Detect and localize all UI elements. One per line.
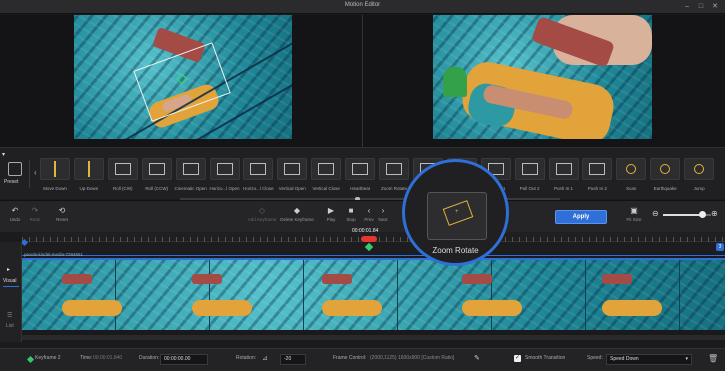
preset-thumbnail-icon <box>684 158 715 180</box>
zoom-slider-thumb[interactable] <box>699 211 706 218</box>
maximize-icon[interactable]: □ <box>696 2 706 12</box>
preset-label: Preset <box>4 179 19 185</box>
smooth-transition-checkbox[interactable]: ✓ <box>514 355 521 362</box>
preset-thumbnail-icon <box>209 158 240 180</box>
delete-keyframe-button[interactable]: ◆ Delete Keyframe <box>280 205 314 231</box>
zoom-out-icon[interactable]: ⊖ <box>652 209 659 218</box>
time-value: 00:00:01.840 <box>93 355 123 361</box>
keyframe-track[interactable] <box>22 242 725 256</box>
chevron-down-icon: ▾ <box>685 356 688 362</box>
preset-icon[interactable] <box>8 162 22 176</box>
preset-thumbnail-icon <box>650 158 681 180</box>
current-time: 00:00:01.84 <box>352 228 379 234</box>
preset-item[interactable]: Up-Down <box>72 148 106 200</box>
timeline-scrollbar[interactable] <box>22 335 725 340</box>
duration-label: Duration: <box>139 355 160 361</box>
preset-item[interactable]: Push In 1 <box>547 148 581 200</box>
preset-thumbnail-icon <box>141 158 172 180</box>
preset-label: Jump <box>693 186 705 191</box>
zoom-rotate-label: Zoom Rotate <box>432 246 479 255</box>
visual-tab[interactable]: Visual <box>3 278 17 284</box>
duration-field[interactable]: 00:00:00.00 <box>160 354 208 365</box>
track-number-badge: 3 <box>716 243 724 251</box>
preset-thumbnail-icon <box>379 158 409 180</box>
frame-control-icon[interactable]: ✎ <box>474 354 480 362</box>
next-icon: › <box>381 206 385 215</box>
preset-item[interactable]: Earthquake <box>648 148 682 200</box>
green-float <box>443 67 467 97</box>
visual-tab-icon[interactable]: ▸ <box>7 266 10 273</box>
preset-thumbnail-icon <box>548 158 579 180</box>
close-icon[interactable]: ✕ <box>710 2 720 12</box>
preset-item[interactable]: Push In 2 <box>580 148 614 200</box>
title-bar: Motion Editor – □ ✕ <box>0 0 725 14</box>
redo-button[interactable]: ↷ Redo <box>20 205 50 231</box>
frame-control-value: (2000,1125) 1600x900 [Custom Ratio] <box>370 355 455 361</box>
preset-thumbnail-icon <box>514 158 545 180</box>
speed-value: Speed Down <box>610 356 639 362</box>
preset-item[interactable]: Heartbeat <box>343 148 377 200</box>
preset-thumbnail-icon <box>243 158 274 180</box>
preset-bar: ▾ Preset ‹ › Move DownUp-DownRoll (CW)Ro… <box>0 147 725 199</box>
keyframe-icon <box>26 355 35 364</box>
output-preview <box>433 15 652 139</box>
preset-item[interactable]: Horizo...l Open <box>208 148 242 200</box>
reset-icon: ⟲ <box>58 206 66 215</box>
preset-item[interactable]: Move Down <box>38 148 72 200</box>
keyframe-label: Keyframe 2 <box>35 355 61 361</box>
preset-thumbnail-icon <box>616 158 647 180</box>
preset-item[interactable]: Vertical Close <box>309 148 343 200</box>
window-title: Motion Editor <box>344 2 381 8</box>
preset-item[interactable]: Cinematic Open <box>174 148 208 200</box>
preset-thumbnail-icon <box>40 158 70 180</box>
speed-select[interactable]: Speed Down ▾ <box>606 354 692 365</box>
speed-label: Speed: <box>587 355 603 361</box>
minimize-icon[interactable]: – <box>682 2 692 12</box>
fit-size-button[interactable]: ▣ Fit Size <box>619 205 649 231</box>
list-tab-icon[interactable]: ☰ <box>7 312 12 319</box>
zoom-rotate-magnifier: + Zoom Rotate <box>402 159 509 266</box>
preset-item[interactable]: Vertical Open <box>275 148 309 200</box>
preset-item[interactable]: Scan <box>614 148 648 200</box>
preset-item[interactable]: Roll (CCW) <box>140 148 174 200</box>
preset-item[interactable]: Jump <box>682 148 716 200</box>
view-tabs: ▸ Visual ☰ List <box>0 242 22 342</box>
delete-icon[interactable]: 🗑 <box>708 354 718 363</box>
rotation-icon: ⊿ <box>262 355 268 362</box>
keyframe-properties: Keyframe 2 Time: 00:00:01.840 Duration: … <box>0 348 725 371</box>
source-preview <box>74 15 292 139</box>
preset-item[interactable]: Roll (CW) <box>106 148 140 200</box>
video-clip[interactable]: pexels-kindel-media-7294661 <box>22 252 725 330</box>
reset-button[interactable]: ⟲ Reset <box>47 205 77 231</box>
scroll-left-icon[interactable]: ‹ <box>34 168 37 177</box>
clip-name: pexels-kindel-media-7294661 <box>24 252 84 257</box>
rotation-label: Rotation: <box>236 355 257 361</box>
redo-icon: ↷ <box>31 206 39 215</box>
smooth-transition-label: Smooth Transition <box>525 355 566 361</box>
preset-thumbnail-icon <box>345 158 376 180</box>
zoom-slider-fill <box>663 214 701 216</box>
frame-control-label: Frame Control: <box>333 355 367 361</box>
apply-button[interactable]: Apply <box>555 210 607 224</box>
zoom-in-icon[interactable]: ⊕ <box>711 209 718 218</box>
preset-item[interactable]: Pull Out 2 <box>513 148 547 200</box>
rotation-field[interactable]: -20 <box>280 354 306 365</box>
delete-keyframe-icon: ◆ <box>293 206 301 215</box>
preset-thumbnail-icon <box>73 158 104 180</box>
preview-divider <box>362 15 363 147</box>
preset-thumbnail-icon <box>107 158 138 180</box>
list-tab[interactable]: List <box>6 323 14 329</box>
preset-item[interactable]: Horizo...l Close <box>241 148 275 200</box>
collapse-icon[interactable]: ▾ <box>2 151 5 158</box>
preset-thumbnail-icon <box>582 158 613 180</box>
fit-size-icon: ▣ <box>630 206 638 215</box>
add-keyframe-icon: ◇ <box>258 206 266 215</box>
add-keyframe-button[interactable]: ◇ Add Keyframe <box>247 205 277 231</box>
preset-thumbnail-icon <box>311 158 342 180</box>
time-label: Time: <box>80 355 93 361</box>
preset-thumbnail-icon <box>277 158 308 180</box>
preset-thumbnail-icon <box>175 158 206 180</box>
